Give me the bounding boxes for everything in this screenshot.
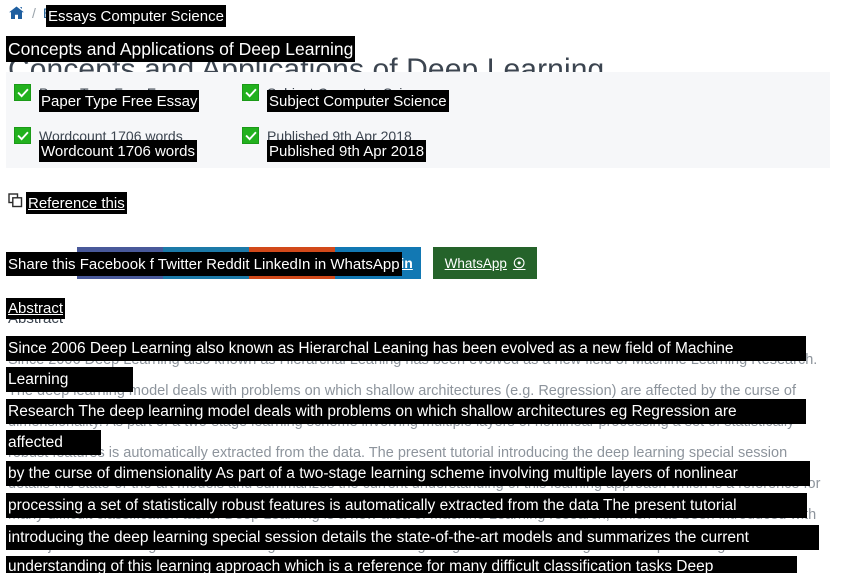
overlay-info-subject: Subject Computer Science (267, 90, 449, 112)
overlay-info-paper-type: Paper Type Free Essay (39, 90, 200, 112)
overlay-body-line: affected (6, 430, 101, 455)
overlay-info-published: Published 9th Apr 2018 (267, 140, 427, 162)
overlay-breadcrumb[interactable]: Essays Computer Science (46, 5, 226, 27)
overlay-abstract-heading: Abstract (6, 298, 66, 319)
overlay-body-line: understanding of this learning approach … (6, 556, 797, 573)
essay-page: / Essays Computer Science Concepts and A… (0, 0, 847, 573)
overlay-body-line: introducing the deep learning special se… (6, 525, 819, 550)
overlay-page-title: Concepts and Applications of Deep Learni… (6, 36, 356, 62)
overlay-body-line: Learning (6, 367, 133, 392)
overlay-body-line: by the curse of dimensionality As part o… (6, 461, 810, 486)
overlay-body-line: processing a set of statistically robust… (6, 493, 807, 518)
overlay-body-line: Since 2006 Deep Learning also known as H… (6, 336, 806, 361)
overlay-share-bar: Share this Facebook f Twitter Reddit Lin… (6, 252, 402, 276)
overlay-body-line: Research The deep learning model deals w… (6, 399, 806, 424)
text-overlay-layer: Essays Computer Science Concepts and App… (0, 0, 847, 573)
overlay-reference-this[interactable]: Reference this (26, 192, 127, 214)
overlay-info-wordcount: Wordcount 1706 words (39, 140, 197, 162)
